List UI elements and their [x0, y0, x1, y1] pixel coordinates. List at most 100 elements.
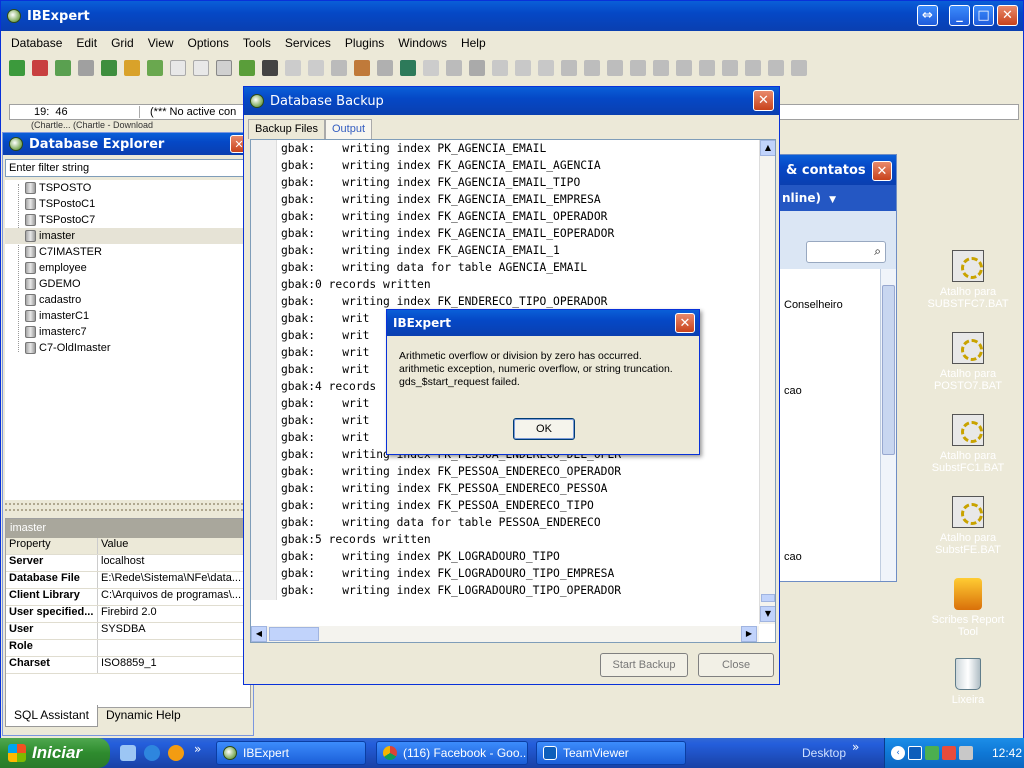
menu-help[interactable]: Help	[461, 36, 486, 50]
search-icon[interactable]	[377, 60, 393, 76]
error-close-button[interactable]: ✕	[675, 313, 695, 333]
tool-b-icon[interactable]	[584, 60, 600, 76]
tree-item[interactable]: cadastro	[25, 292, 251, 308]
minimize-button[interactable]: _	[949, 5, 970, 26]
tree-item-selected[interactable]: imaster	[5, 228, 251, 244]
scroll-left-arrow-icon[interactable]: ◀	[251, 626, 267, 642]
users-icon[interactable]	[354, 60, 370, 76]
tray-teamviewer-icon[interactable]	[908, 746, 922, 760]
menu-view[interactable]: View	[148, 36, 174, 50]
property-row[interactable]: Server localhost	[6, 555, 250, 572]
tool-d-icon[interactable]	[630, 60, 646, 76]
connect-db-icon[interactable]	[55, 60, 71, 76]
contact-item[interactable]: Conselheiro	[784, 299, 843, 311]
scroll-right-arrow-icon[interactable]: ▶	[741, 626, 757, 642]
tray-clock[interactable]: 12:42	[992, 746, 1022, 760]
vertical-scrollbar[interactable]: ▲ ▼	[759, 140, 775, 624]
tray-network-icon[interactable]	[925, 746, 939, 760]
disconnect-db-icon[interactable]	[78, 60, 94, 76]
menu-windows[interactable]: Windows	[398, 36, 447, 50]
tool-j-icon[interactable]	[768, 60, 784, 76]
tool-i-icon[interactable]	[745, 60, 761, 76]
explorer-title-bar[interactable]: Database Explorer	[3, 133, 253, 155]
main-title-bar[interactable]: IBExpert ⇔ _ □ ✕	[1, 1, 1023, 31]
taskbar-button-ibexpert[interactable]: IBExpert	[216, 741, 366, 765]
desktop-shortcut-substfc1[interactable]: Atalho para SubstFC1.BAT	[923, 414, 1013, 474]
tool-e-icon[interactable]	[653, 60, 669, 76]
cut-icon[interactable]	[492, 60, 508, 76]
tool-g-icon[interactable]	[699, 60, 715, 76]
tree-item[interactable]: employee	[25, 260, 251, 276]
quicklaunch-media-icon[interactable]	[168, 745, 184, 761]
paste-icon[interactable]	[285, 60, 301, 76]
desktop-shortcut-substfc7[interactable]: Atalho para SUBSTFC7.BAT	[923, 250, 1013, 310]
tool-f-icon[interactable]	[676, 60, 692, 76]
grid-icon[interactable]	[262, 60, 278, 76]
menu-services[interactable]: Services	[285, 36, 331, 50]
sql-editor-icon[interactable]	[216, 60, 232, 76]
book-icon[interactable]	[400, 60, 416, 76]
horizontal-scrollbar[interactable]: ◀ ▶	[251, 626, 759, 642]
tab-backup-files[interactable]: Backup Files	[248, 119, 325, 139]
new-document-icon[interactable]	[170, 60, 186, 76]
save-icon[interactable]	[469, 60, 485, 76]
tray-volume-icon[interactable]	[959, 746, 973, 760]
copy-document-icon[interactable]	[193, 60, 209, 76]
property-row[interactable]: Charset ISO8859_1	[6, 657, 250, 674]
tab-dynamic-help[interactable]: Dynamic Help	[98, 705, 189, 727]
forward-icon[interactable]	[308, 60, 324, 76]
property-row[interactable]: Role	[6, 640, 250, 657]
contacts-search[interactable]: ⌕	[806, 241, 886, 263]
h-scroll-thumb[interactable]	[269, 627, 319, 641]
splitter[interactable]	[5, 503, 251, 511]
property-row[interactable]: Database File E:\Rede\Sistema\NFe\data...	[6, 572, 250, 589]
ok-button[interactable]: OK	[513, 418, 575, 440]
db-properties-icon[interactable]	[124, 60, 140, 76]
desktop-toolbar-label[interactable]: Desktop	[802, 746, 846, 760]
tree-item[interactable]: TSPostoC1	[25, 196, 251, 212]
tray-security-icon[interactable]	[942, 746, 956, 760]
chevron-down-icon[interactable]: ▼	[829, 195, 836, 205]
unregister-db-icon[interactable]	[32, 60, 48, 76]
property-row[interactable]: User SYSDBA	[6, 623, 250, 640]
quicklaunch-ie-icon[interactable]	[144, 745, 160, 761]
restore-arrows-button[interactable]: ⇔	[917, 5, 938, 26]
quicklaunch-explorer-icon[interactable]	[120, 745, 136, 761]
print-icon[interactable]	[331, 60, 347, 76]
desktop-shortcut-substfe[interactable]: Atalho para SubstFE.BAT	[923, 496, 1013, 556]
maximize-button[interactable]: □	[973, 5, 994, 26]
quicklaunch-more-icon[interactable]: »	[194, 742, 201, 756]
property-row[interactable]: Client Library C:\Arquivos de programas\.…	[6, 589, 250, 606]
export-icon[interactable]	[147, 60, 163, 76]
reconnect-db-icon[interactable]	[101, 60, 117, 76]
menu-options[interactable]: Options	[188, 36, 229, 50]
desktop-recycle-bin[interactable]: Lixeira	[923, 658, 1013, 706]
edit-icon[interactable]	[423, 60, 439, 76]
desktop-shortcut-posto7[interactable]: Atalho para POSTO7.BAT	[923, 332, 1013, 392]
contact-item[interactable]: cao	[784, 551, 802, 563]
scroll-up-arrow-icon[interactable]: ▲	[760, 140, 775, 156]
explorer-filter-input[interactable]: Enter filter string	[5, 159, 251, 177]
property-row[interactable]: User specified... Firebird 2.0	[6, 606, 250, 623]
close-backup-button[interactable]: Close	[698, 653, 774, 677]
backup-title-bar[interactable]: Database Backup ✕	[244, 87, 779, 115]
contacts-scrollbar[interactable]	[880, 269, 896, 581]
tree-item[interactable]: imasterc7	[25, 324, 251, 340]
tree-item[interactable]: imasterC1	[25, 308, 251, 324]
menu-tools[interactable]: Tools	[243, 36, 271, 50]
register-db-icon[interactable]	[9, 60, 25, 76]
paste-clipboard-icon[interactable]	[538, 60, 554, 76]
tree-item[interactable]: C7-OldImaster	[25, 340, 251, 356]
scroll-thumb[interactable]	[761, 594, 775, 602]
taskbar-button-facebook[interactable]: (116) Facebook - Goo...	[376, 741, 528, 765]
tree-item[interactable]: C7IMASTER	[25, 244, 251, 260]
error-title-bar[interactable]: IBExpert ✕	[387, 310, 699, 336]
contacts-close-button[interactable]: ✕	[872, 161, 892, 181]
tab-sql-assistant[interactable]: SQL Assistant	[5, 705, 98, 727]
menu-plugins[interactable]: Plugins	[345, 36, 384, 50]
menu-edit[interactable]: Edit	[76, 36, 97, 50]
tab-output[interactable]: Output	[324, 119, 373, 139]
scrollbar-thumb[interactable]	[882, 285, 895, 455]
desktop-scribes-report-tool[interactable]: Scribes Report Tool	[923, 578, 1013, 638]
start-backup-button[interactable]: Start Backup	[600, 653, 688, 677]
